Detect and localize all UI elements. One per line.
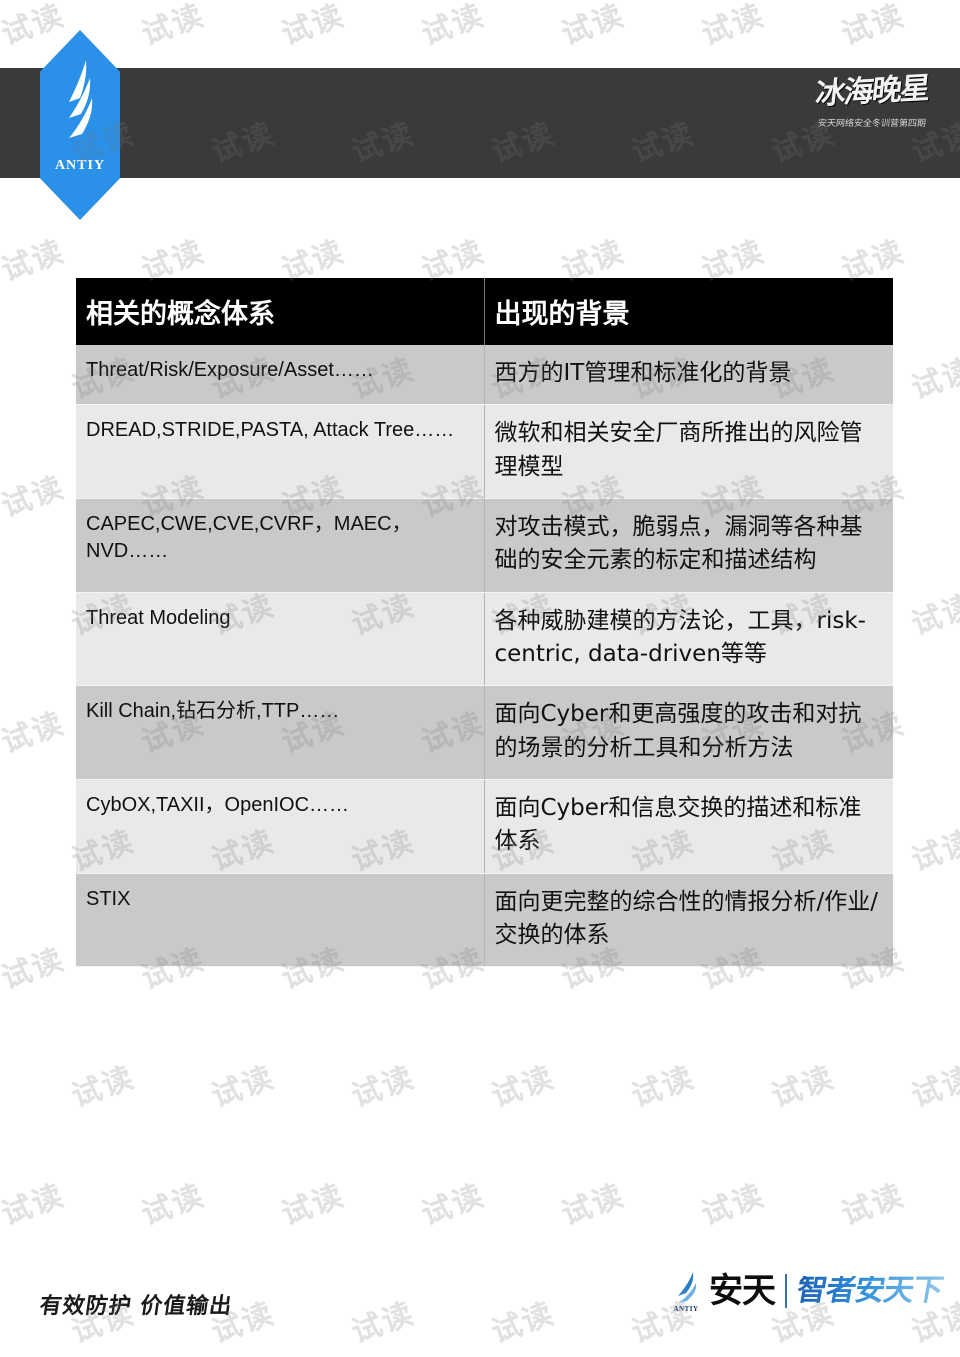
antiy-logo-badge: ANTIY	[40, 30, 120, 220]
cell-concept: DREAD,STRIDE,PASTA, Attack Tree……	[76, 404, 485, 500]
logo-wordmark: ANTIY	[54, 158, 106, 173]
cell-concept: CAPEC,CWE,CVE,CVRF，MAEC，NVD……	[76, 498, 485, 593]
table-header-row: 相关的概念体系 出现的背景	[76, 278, 893, 345]
cell-concept: CybOX,TAXII，OpenIOC……	[76, 779, 485, 874]
antiy-feather-icon	[69, 60, 93, 138]
watermark-text: 试读	[627, 1059, 700, 1115]
cell-context: 各种威胁建模的方法论，工具，risk-centric, data-driven等…	[484, 592, 893, 687]
watermark-text: 试读	[697, 0, 770, 53]
watermark-text: 试读	[767, 1059, 840, 1115]
watermark-text: 试读	[907, 587, 960, 643]
watermark-text: 试读	[347, 1295, 420, 1351]
cell-concept: Threat/Risk/Exposure/Asset……	[76, 345, 485, 406]
watermark-text: 试读	[67, 1059, 140, 1115]
watermark-text: 试读	[0, 233, 70, 289]
watermark-text: 试读	[487, 1059, 560, 1115]
watermark-text: 试读	[0, 941, 70, 997]
footer-brand-lockup: ANTIY 安天 智者安天下	[669, 1270, 946, 1313]
footer-tagline: 智者安天下	[794, 1273, 946, 1308]
calligraphy-subtitle-text: 安天网络安全冬训营第四期	[817, 118, 927, 129]
cell-context: 对攻击模式，脆弱点，漏洞等各种基础的安全元素的标定和描述结构	[484, 498, 893, 593]
cell-concept: Kill Chain,钻石分析,TTP……	[76, 685, 485, 781]
concept-system-table: 相关的概念体系 出现的背景 Threat/Risk/Exposure/Asset…	[76, 278, 893, 968]
table-row: DREAD,STRIDE,PASTA, Attack Tree…… 微软和相关安…	[76, 404, 893, 500]
watermark-text: 试读	[347, 1059, 420, 1115]
watermark-text: 试读	[487, 1295, 560, 1351]
watermark-text: 试读	[837, 0, 910, 53]
watermark-text: 试读	[277, 0, 350, 53]
table-row: CybOX,TAXII，OpenIOC…… 面向Cyber和信息交换的描述和标准…	[76, 779, 893, 874]
table-row: STIX 面向更完整的综合性的情报分析/作业/交换的体系	[76, 873, 893, 968]
watermark-text: 试读	[207, 1059, 280, 1115]
watermark-text: 试读	[0, 469, 70, 525]
table-body: Threat/Risk/Exposure/Asset…… 西方的IT管理和标准化…	[76, 345, 893, 968]
footer-brand-divider	[785, 1274, 787, 1308]
watermark-text: 试读	[907, 823, 960, 879]
watermark-text: 试读	[0, 1177, 70, 1233]
cell-context: 面向更完整的综合性的情报分析/作业/交换的体系	[484, 873, 893, 968]
watermark-text: 试读	[137, 0, 210, 53]
watermark-text: 试读	[417, 1177, 490, 1233]
cell-context: 西方的IT管理和标准化的背景	[484, 345, 893, 406]
antiy-footer-wordmark: ANTIY	[673, 1305, 699, 1313]
watermark-text: 试读	[837, 1177, 910, 1233]
column-header-concept: 相关的概念体系	[76, 278, 485, 345]
watermark-text: 试读	[417, 0, 490, 53]
calligraphy-main-text: 冰海晚星	[813, 71, 931, 112]
table-row: Kill Chain,钻石分析,TTP…… 面向Cyber和更高强度的攻击和对抗…	[76, 685, 893, 781]
cell-context: 微软和相关安全厂商所推出的风险管理模型	[484, 404, 893, 500]
footer-brand-name: 安天	[709, 1271, 776, 1311]
watermark-text: 试读	[907, 1059, 960, 1115]
watermark-text: 试读	[137, 1177, 210, 1233]
table-row: CAPEC,CWE,CVE,CVRF，MAEC，NVD…… 对攻击模式，脆弱点，…	[76, 498, 893, 593]
watermark-text: 试读	[277, 1177, 350, 1233]
antiy-footer-mark: ANTIY	[669, 1270, 703, 1313]
table-row: Threat/Risk/Exposure/Asset…… 西方的IT管理和标准化…	[76, 345, 893, 406]
column-header-context: 出现的背景	[484, 278, 893, 345]
cell-context: 面向Cyber和信息交换的描述和标准体系	[484, 779, 893, 874]
watermark-text: 试读	[907, 351, 960, 407]
watermark-text: 试读	[0, 705, 70, 761]
cell-concept: Threat Modeling	[76, 592, 485, 687]
table-row: Threat Modeling 各种威胁建模的方法论，工具，risk-centr…	[76, 592, 893, 687]
watermark-text: 试读	[557, 0, 630, 53]
cell-concept: STIX	[76, 873, 485, 968]
event-calligraphy-title: 冰海晚星 安天网络安全冬训营第四期	[802, 71, 942, 129]
watermark-text: 试读	[557, 1177, 630, 1233]
footer-slogan: 有效防护 价值输出	[37, 1293, 235, 1319]
cell-context: 面向Cyber和更高强度的攻击和对抗的场景的分析工具和分析方法	[484, 685, 893, 781]
watermark-text: 试读	[697, 1177, 770, 1233]
antiy-feather-icon-small	[678, 1272, 697, 1303]
